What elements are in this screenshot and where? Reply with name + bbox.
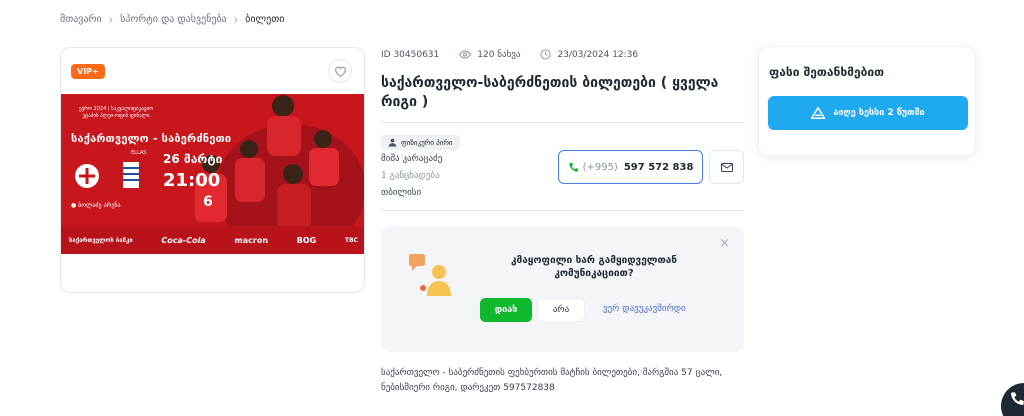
survey-question: კმაყოფილი ხარ გამყიდველთან კომუნიკაციით? xyxy=(511,255,677,279)
svg-text:6: 6 xyxy=(203,194,213,210)
eye-icon xyxy=(459,50,472,59)
banner-match: საქართველო - საბერძნეთი xyxy=(71,132,232,145)
breadcrumb: მთავარი › სპორტი და დასვენება › ბილეთი xyxy=(60,13,284,26)
show-phone-button[interactable]: (+995) 597 572 838 xyxy=(558,150,703,184)
banner-time: 21:00 xyxy=(163,170,221,191)
seller-feedback-survey: × კმაყოფილი ხარ გამყიდველთან კომუნიკაციი… xyxy=(381,226,744,352)
chat-person-illustration xyxy=(409,254,451,296)
banner-date: 26 მარტი xyxy=(163,152,223,166)
sponsor-strip: საქართველოს ბანკი Coca-Cola macron BOG T… xyxy=(61,226,364,254)
divider xyxy=(381,122,744,123)
price-label: ფასი შეთანხმებით xyxy=(769,65,885,79)
survey-no-button[interactable]: არა xyxy=(537,298,585,322)
loan-button[interactable]: აიღე სესხი 2 წუთში xyxy=(768,96,968,130)
phone-icon xyxy=(568,162,578,172)
seller-ads-count[interactable]: 1 განცხადება xyxy=(381,171,440,181)
survey-yes-button[interactable]: დიახ xyxy=(480,298,532,322)
sponsor-bank: საქართველოს ბანკი xyxy=(69,236,133,244)
listing-photo[interactable]: 6 ევრო 2024 | საკვალიფიკაციო ეტაპის პლეი… xyxy=(61,94,364,254)
user-icon xyxy=(388,138,397,147)
listing-meta: ID 30450631 120 ნახვა 23/03/2024 12:36 xyxy=(381,49,658,60)
message-button[interactable] xyxy=(709,150,744,184)
loan-logo-icon xyxy=(811,107,826,119)
sponsor-bog: BOG xyxy=(296,235,317,245)
seller-city: თბილისი xyxy=(381,188,422,198)
views-count: 120 ნახვა xyxy=(459,50,520,60)
heart-icon xyxy=(334,66,346,77)
phone-number: 597 572 838 xyxy=(623,161,694,173)
chevron-right-icon: › xyxy=(233,13,239,26)
banner-small-label: ELLAS xyxy=(131,150,147,156)
listing-image-card[interactable]: VIP+ 6 ევრო 2024 | საკვალიფიკაციო ეტაპის… xyxy=(60,47,365,293)
sponsor-macron: macron xyxy=(234,235,269,245)
close-icon[interactable]: × xyxy=(719,236,730,251)
breadcrumb-home[interactable]: მთავარი xyxy=(60,14,102,25)
breadcrumb-category[interactable]: სპორტი და დასვენება xyxy=(120,14,227,25)
listing-title: საქართველო-საბერძნეთის ბილეთები ( ყველა … xyxy=(381,75,719,110)
banner-venue: ● ბოლაძე არენა xyxy=(71,202,121,209)
chevron-right-icon: › xyxy=(108,13,114,26)
price-panel: ფასი შეთანხმებით აიღე სესხი 2 წუთში xyxy=(758,46,976,156)
seller-name[interactable]: მიშა კარაცაძე xyxy=(381,154,442,164)
clock-icon xyxy=(540,49,552,60)
banner-subtitle: ევრო 2024 | საკვალიფიკაციო ეტაპის პლეი-ო… xyxy=(78,106,154,119)
mail-icon xyxy=(720,162,733,172)
sponsor-cocacola: Coca-Cola xyxy=(161,235,206,245)
chat-support-button[interactable] xyxy=(1001,383,1024,416)
phone-icon xyxy=(1011,392,1024,405)
breadcrumb-current: ბილეთი xyxy=(245,14,285,25)
favorite-button[interactable] xyxy=(328,59,352,83)
survey-could-not-contact-link[interactable]: ვერ დავუკავშირდი xyxy=(603,304,686,314)
listing-id: ID 30450631 xyxy=(381,49,440,60)
sponsor-tbc: TBC xyxy=(344,236,358,244)
phone-prefix: (+995) xyxy=(582,161,618,173)
seller-type-badge: ფიზიკური პირი xyxy=(381,135,460,150)
listing-description: საქართველო - საბერძნეთის ფეხბურთის მატჩი… xyxy=(381,368,723,393)
vip-badge: VIP+ xyxy=(71,64,105,79)
divider xyxy=(381,210,744,211)
posted-date: 23/03/2024 12:36 xyxy=(540,49,638,60)
